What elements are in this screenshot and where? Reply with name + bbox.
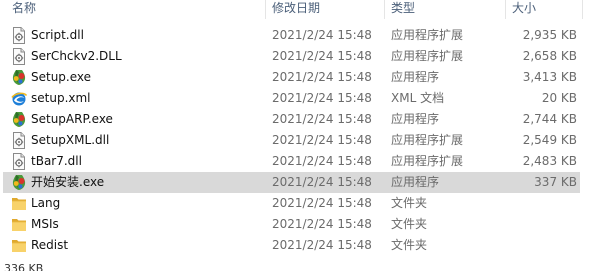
- file-modified-date: 2021/2/24 15:48: [272, 238, 372, 252]
- file-name: SerChckv2.DLL: [31, 49, 122, 63]
- file-name: Lang: [31, 196, 61, 210]
- column-header-bar: 名称 修改日期 类型 大小: [0, 0, 597, 19]
- file-type: 应用程序: [391, 175, 440, 189]
- file-type: 应用程序: [391, 112, 440, 126]
- file-name: Setup.exe: [31, 70, 92, 84]
- file-type: 应用程序扩展: [391, 154, 464, 168]
- file-name: tBar7.dll: [31, 154, 82, 168]
- column-divider[interactable]: [582, 0, 583, 19]
- file-list: Script.dll 2021/2/24 15:48 应用程序扩展 2,935 KB S…: [0, 25, 597, 256]
- folder-row[interactable]: Redist 2021/2/24 15:48 文件夹: [0, 235, 597, 256]
- column-divider[interactable]: [384, 0, 385, 19]
- file-type: 文件夹: [391, 196, 428, 210]
- file-type: 应用程序扩展: [391, 28, 464, 42]
- file-row[interactable]: SetupARP.exe 2021/2/24 15:48 应用程序 2,744 KB: [0, 109, 597, 130]
- setup-exe-icon: [11, 69, 27, 86]
- folder-icon: [11, 237, 27, 254]
- column-divider[interactable]: [505, 0, 506, 19]
- file-size: 2,744 KB: [522, 112, 577, 126]
- file-name: SetupXML.dll: [31, 133, 110, 147]
- folder-row[interactable]: Lang 2021/2/24 15:48 文件夹: [0, 193, 597, 214]
- file-modified-date: 2021/2/24 15:48: [272, 196, 372, 210]
- file-size: 337 KB: [534, 175, 577, 189]
- file-modified-date: 2021/2/24 15:48: [272, 49, 372, 63]
- file-modified-date: 2021/2/24 15:48: [272, 133, 372, 147]
- file-type: 文件夹: [391, 217, 428, 231]
- file-name: SetupARP.exe: [31, 112, 113, 126]
- file-row[interactable]: tBar7.dll 2021/2/24 15:48 应用程序扩展 2,483 KB: [0, 151, 597, 172]
- file-type: 应用程序扩展: [391, 49, 464, 63]
- file-type: 应用程序: [391, 70, 440, 84]
- file-name: 开始安装.exe: [31, 175, 105, 189]
- setup-exe-icon: [11, 111, 27, 128]
- file-size: 3,413 KB: [522, 70, 577, 84]
- column-header-type[interactable]: 类型: [391, 0, 415, 19]
- file-name: Script.dll: [31, 28, 84, 42]
- file-row[interactable]: SetupXML.dll 2021/2/24 15:48 应用程序扩展 2,549 K…: [0, 130, 597, 151]
- dll-icon: [11, 27, 27, 44]
- file-row[interactable]: SerChckv2.DLL 2021/2/24 15:48 应用程序扩展 2,658 …: [0, 46, 597, 67]
- file-type: XML 文档: [391, 91, 445, 105]
- file-explorer-view: 名称 修改日期 类型 大小 Script.dll 2021/2/24 15:48 应…: [0, 0, 597, 271]
- file-modified-date: 2021/2/24 15:48: [272, 217, 372, 231]
- column-divider[interactable]: [265, 0, 266, 19]
- column-header-modified[interactable]: 修改日期: [272, 0, 320, 19]
- setup-exe-icon: [11, 174, 27, 191]
- file-modified-date: 2021/2/24 15:48: [272, 28, 372, 42]
- file-modified-date: 2021/2/24 15:48: [272, 154, 372, 168]
- folder-icon: [11, 216, 27, 233]
- dll-icon: [11, 132, 27, 149]
- file-modified-date: 2021/2/24 15:48: [272, 91, 372, 105]
- file-name: Redist: [31, 238, 69, 252]
- file-type: 应用程序扩展: [391, 133, 464, 147]
- file-size: 2,549 KB: [522, 133, 577, 147]
- status-bar-selection-size: 336 KB: [4, 262, 44, 271]
- folder-row[interactable]: MSIs 2021/2/24 15:48 文件夹: [0, 214, 597, 235]
- file-name: setup.xml: [31, 91, 91, 105]
- file-row[interactable]: setup.xml 2021/2/24 15:48 XML 文档 20 KB: [0, 88, 597, 109]
- file-type: 文件夹: [391, 238, 428, 252]
- file-row[interactable]: 开始安装.exe 2021/2/24 15:48 应用程序 337 KB: [0, 172, 597, 193]
- xml-document-icon: [11, 90, 27, 107]
- file-modified-date: 2021/2/24 15:48: [272, 112, 372, 126]
- file-modified-date: 2021/2/24 15:48: [272, 70, 372, 84]
- column-header-size[interactable]: 大小: [512, 0, 536, 19]
- dll-icon: [11, 153, 27, 170]
- file-size: 2,935 KB: [522, 28, 577, 42]
- file-size: 2,483 KB: [522, 154, 577, 168]
- file-row[interactable]: Setup.exe 2021/2/24 15:48 应用程序 3,413 KB: [0, 67, 597, 88]
- file-size: 2,658 KB: [522, 49, 577, 63]
- file-row[interactable]: Script.dll 2021/2/24 15:48 应用程序扩展 2,935 KB: [0, 25, 597, 46]
- column-header-name[interactable]: 名称: [12, 0, 36, 19]
- file-size: 20 KB: [541, 91, 577, 105]
- file-modified-date: 2021/2/24 15:48: [272, 175, 372, 189]
- file-name: MSIs: [31, 217, 59, 231]
- folder-icon: [11, 195, 27, 212]
- dll-icon: [11, 48, 27, 65]
